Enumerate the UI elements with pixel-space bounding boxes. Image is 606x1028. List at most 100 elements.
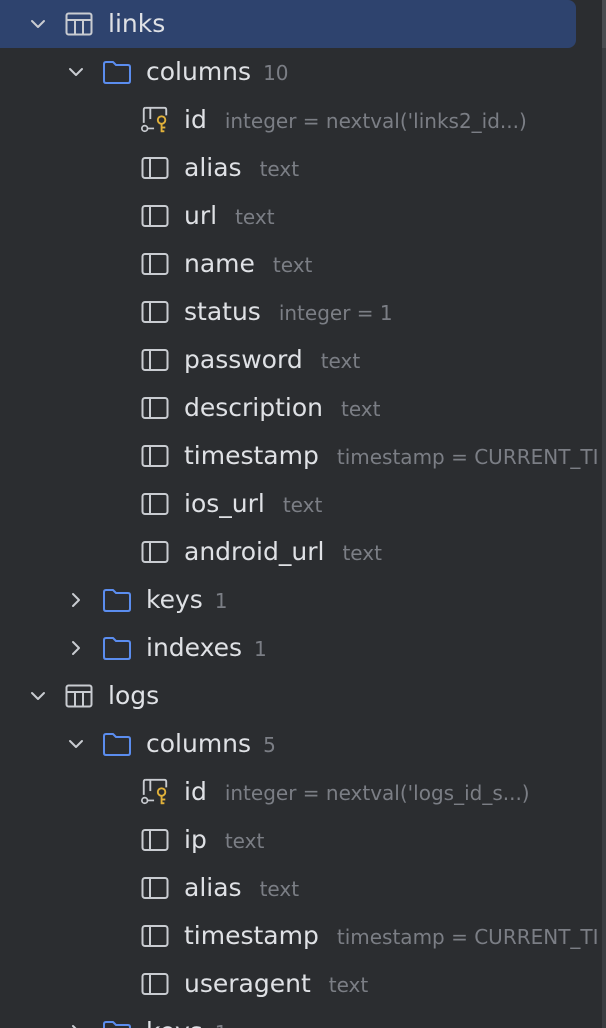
column-type: text	[342, 541, 382, 565]
tree-row-table[interactable]: links	[0, 0, 606, 48]
tree-row-column[interactable]: alias text	[0, 864, 606, 912]
tree-item-label: status integer = 1	[184, 288, 393, 337]
column-type: text	[282, 493, 323, 517]
column-name: status	[184, 297, 261, 326]
column-icon	[140, 249, 170, 279]
column-name: description	[184, 393, 324, 422]
tree-row-column[interactable]: id integer = nextval('links2_id...)	[0, 96, 606, 144]
column-name: timestamp	[184, 441, 319, 470]
column-name: alias	[184, 873, 242, 902]
column-icon	[140, 825, 170, 855]
tree-row-column[interactable]: alias text	[0, 144, 606, 192]
item-count: 1	[254, 637, 267, 661]
folder-name: indexes	[146, 633, 243, 662]
folder-name: columns	[146, 57, 252, 86]
primary-key-column-icon	[140, 777, 170, 807]
column-name: url	[184, 201, 218, 230]
tree-item-label: timestamp timestamp = CURRENT_TI	[184, 432, 599, 481]
column-name: name	[184, 249, 255, 278]
tree-item-label: keys 1	[146, 1008, 228, 1028]
column-icon	[140, 153, 170, 183]
column-icon	[140, 969, 170, 999]
tree-item-label: logs	[108, 672, 159, 720]
table-icon	[64, 9, 94, 39]
column-type: integer = 1	[278, 301, 393, 325]
column-icon	[140, 345, 170, 375]
column-icon	[140, 873, 170, 903]
folder-icon	[102, 57, 132, 87]
tree-item-label: ios_url text	[184, 480, 322, 529]
column-type: integer = nextval('links2_id...)	[224, 109, 527, 133]
table-name: links	[108, 9, 166, 38]
tree-item-label: name text	[184, 240, 312, 289]
column-name: id	[184, 777, 207, 806]
folder-name: keys	[146, 1017, 203, 1028]
tree-item-label: indexes 1	[146, 624, 267, 673]
tree-row-column[interactable]: password text	[0, 336, 606, 384]
tree-item-label: alias text	[184, 144, 299, 193]
column-icon	[140, 489, 170, 519]
item-count: 1	[214, 589, 228, 613]
folder-name: keys	[146, 585, 203, 614]
item-count: 10	[263, 61, 289, 85]
tree-row-column[interactable]: useragent text	[0, 960, 606, 1008]
column-name: password	[184, 345, 303, 374]
column-name: alias	[184, 153, 242, 182]
column-icon	[140, 201, 170, 231]
tree-item-label: description text	[184, 384, 381, 433]
item-count: 1	[215, 1021, 228, 1028]
folder-icon	[102, 729, 132, 759]
column-name: android_url	[184, 537, 325, 566]
folder-icon	[102, 585, 132, 615]
chevron-down-icon[interactable]	[66, 62, 86, 82]
chevron-right-icon[interactable]	[66, 590, 86, 610]
tree-row-column[interactable]: timestamp timestamp = CURRENT_TI	[0, 432, 606, 480]
tree-row-column[interactable]: status integer = 1	[0, 288, 606, 336]
tree-item-label: keys 1	[146, 576, 228, 625]
tree-row-folder[interactable]: keys 1	[0, 1008, 606, 1028]
tree-row-column[interactable]: timestamp timestamp = CURRENT_TI	[0, 912, 606, 960]
chevron-down-icon[interactable]	[66, 734, 86, 754]
tree-row-column[interactable]: description text	[0, 384, 606, 432]
tree-item-label: columns 5	[146, 720, 276, 769]
table-name: logs	[108, 681, 160, 710]
tree-row-folder[interactable]: keys 1	[0, 576, 606, 624]
tree-row-column[interactable]: name text	[0, 240, 606, 288]
tree-row-folder[interactable]: columns 5	[0, 720, 606, 768]
tree-row-table[interactable]: logs	[0, 672, 606, 720]
column-icon	[140, 921, 170, 951]
column-name: timestamp	[184, 921, 319, 950]
tree-item-label: ip text	[184, 816, 264, 865]
tree-item-label: id integer = nextval('logs_id_s...)	[184, 768, 530, 817]
tree-row-column[interactable]: ip text	[0, 816, 606, 864]
column-type: text	[259, 157, 300, 181]
chevron-down-icon[interactable]	[28, 14, 48, 34]
folder-name: columns	[146, 729, 252, 758]
tree-row-column[interactable]: id integer = nextval('logs_id_s...)	[0, 768, 606, 816]
database-tree: links columns 10 id integer = nextval('links…	[0, 0, 606, 1028]
column-name: id	[184, 105, 207, 134]
tree-item-label: password text	[184, 336, 360, 385]
folder-icon	[102, 1017, 132, 1028]
tree-row-folder[interactable]: indexes 1	[0, 624, 606, 672]
column-type: text	[320, 349, 361, 373]
chevron-right-icon[interactable]	[66, 1022, 86, 1028]
column-name: useragent	[184, 969, 311, 998]
tree-item-label: android_url text	[184, 528, 382, 577]
column-icon	[140, 537, 170, 567]
tree-row-column[interactable]: ios_url text	[0, 480, 606, 528]
tree-row-column[interactable]: android_url text	[0, 528, 606, 576]
tree-item-label: timestamp timestamp = CURRENT_TI	[184, 912, 599, 961]
tree-row-folder[interactable]: columns 10	[0, 48, 606, 96]
tree-item-label: useragent text	[184, 960, 368, 1009]
tree-item-label: id integer = nextval('links2_id...)	[184, 96, 527, 145]
column-type: timestamp = CURRENT_TI	[336, 925, 599, 949]
tree-row-column[interactable]: url text	[0, 192, 606, 240]
tree-item-label: links	[108, 0, 165, 48]
chevron-down-icon[interactable]	[28, 686, 48, 706]
chevron-right-icon[interactable]	[66, 638, 86, 658]
column-type: timestamp = CURRENT_TI	[336, 445, 599, 469]
column-type: integer = nextval('logs_id_s...)	[224, 781, 530, 805]
table-icon	[64, 681, 94, 711]
column-type: text	[235, 205, 275, 229]
